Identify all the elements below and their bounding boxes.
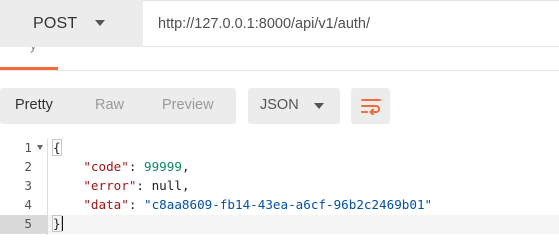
json-key: "code" — [83, 159, 129, 174]
line-number: 2 — [24, 159, 32, 174]
tab-preview[interactable]: Preview — [162, 97, 214, 113]
json-number: 99999 — [144, 159, 182, 174]
method-select[interactable]: POST — [0, 0, 143, 47]
code-line-text: "data": "c8aa8609-fb14-43ea-a6cf-96b2c24… — [83, 197, 433, 212]
close-brace: } — [52, 215, 62, 232]
chevron-down-icon — [314, 103, 324, 109]
method-label: POST — [33, 14, 78, 32]
response-toolbar: Pretty Raw Preview JSON — [0, 71, 559, 139]
wrap-lines-icon — [360, 99, 381, 115]
tab-raw[interactable]: Raw — [95, 97, 124, 113]
line-number: 3 — [24, 178, 32, 193]
json-string: "c8aa8609-fb14-43ea-a6cf-96b2c2469b01" — [144, 197, 433, 212]
format-label: JSON — [260, 97, 299, 113]
code-line-text: } — [52, 215, 63, 232]
line-number: 5 — [24, 216, 32, 231]
line-number: 1 — [24, 140, 32, 155]
format-select[interactable]: JSON — [248, 88, 340, 124]
response-body-editor[interactable]: 1 { 2 "code": 99999, 3 "error": null, 4 … — [0, 139, 559, 235]
fold-arrow-icon[interactable] — [37, 145, 43, 150]
view-mode-group: Pretty Raw Preview — [0, 88, 236, 124]
code-line: 1 { — [0, 139, 559, 158]
code-line-text: "code": 99999, — [83, 159, 190, 174]
active-line-highlight — [48, 215, 559, 234]
tab-body-label[interactable]: y — [30, 47, 37, 53]
chevron-down-icon — [95, 20, 105, 26]
json-key: "data" — [83, 197, 129, 212]
json-null: null — [151, 178, 182, 193]
code-line: 3 "error": null, — [0, 177, 559, 196]
code-line: 4 "data": "c8aa8609-fb14-43ea-a6cf-96b2c… — [0, 196, 559, 215]
code-line-text: { — [52, 139, 62, 156]
code-line-text: "error": null, — [83, 178, 190, 193]
open-brace: { — [52, 139, 62, 156]
code-line-active: 5 } — [0, 215, 559, 234]
line-number: 4 — [24, 197, 32, 212]
active-tab-indicator — [0, 67, 58, 70]
url-input[interactable]: http://127.0.0.1:8000/api/v1/auth/ — [143, 0, 559, 47]
text-cursor — [60, 216, 63, 231]
response-tab-strip: y — [0, 47, 559, 71]
wrap-lines-button[interactable] — [351, 88, 390, 124]
json-key: "error" — [83, 178, 137, 193]
code-line: 2 "code": 99999, — [0, 158, 559, 177]
request-bar: POST http://127.0.0.1:8000/api/v1/auth/ — [0, 0, 559, 47]
tab-pretty[interactable]: Pretty — [15, 97, 53, 113]
